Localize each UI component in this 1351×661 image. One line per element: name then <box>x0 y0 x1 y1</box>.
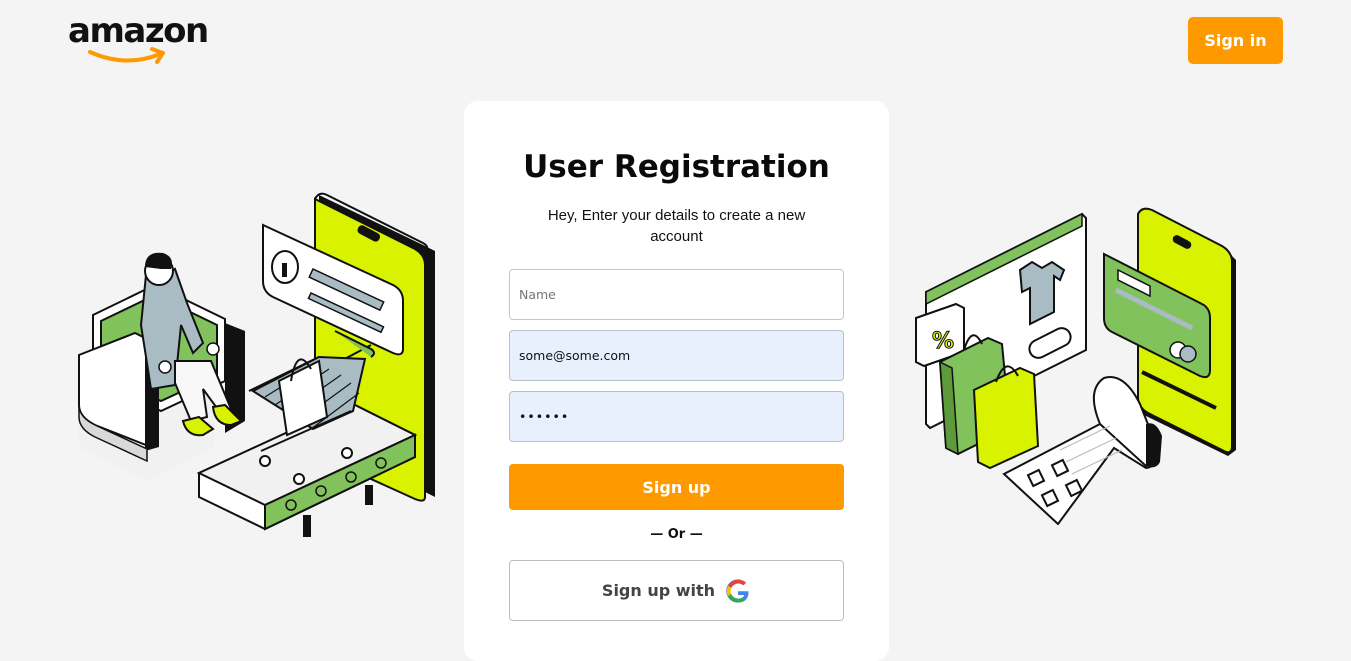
page-subtitle: Hey, Enter your details to create a new … <box>547 207 806 245</box>
amazon-logo[interactable]: amazon <box>68 12 218 64</box>
svg-text:%: % <box>932 329 954 354</box>
google-signup-button[interactable]: Sign up with <box>509 560 844 621</box>
email-input[interactable]: some@some.com <box>509 330 844 381</box>
registration-card: User Registration Hey, Enter your detail… <box>464 101 889 661</box>
google-signup-label: Sign up with <box>601 581 716 600</box>
name-input[interactable] <box>509 269 844 320</box>
password-input[interactable]: •••••• <box>509 391 844 442</box>
signin-button[interactable]: Sign in <box>1188 17 1283 64</box>
or-divider: — Or — <box>650 527 703 542</box>
shopping-illustration-right: % <box>910 200 1240 530</box>
page-title: User Registration <box>523 149 830 185</box>
logo-text: amazon <box>68 11 209 51</box>
shopping-illustration-left <box>75 185 445 550</box>
google-icon <box>726 578 749 603</box>
signup-button[interactable]: Sign up <box>509 464 844 510</box>
amazon-arrow-icon <box>88 47 165 64</box>
